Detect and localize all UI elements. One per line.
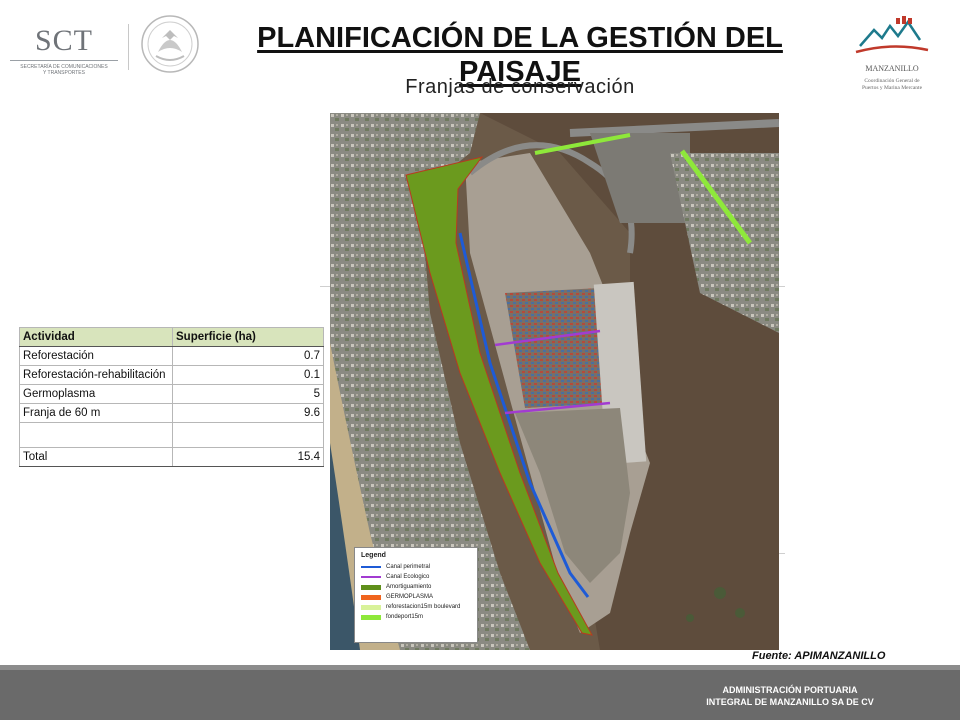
legend-swatch bbox=[361, 566, 381, 568]
sct-logo: SCT SECRETARÍA DE COMUNICACIONES Y TRANS… bbox=[8, 24, 120, 76]
legend-label: fondeport15m bbox=[386, 614, 424, 620]
source-caption: Fuente: APIMANZANILLO bbox=[752, 650, 886, 662]
manzanillo-logo-line1: Coordinación General de bbox=[864, 78, 920, 84]
table-total-label: Total bbox=[19, 447, 173, 467]
table-row: Germoplasma 5 bbox=[19, 384, 324, 404]
table-cell-area: 0.1 bbox=[172, 365, 324, 385]
legend-item: GERMOPLASMA bbox=[361, 592, 477, 602]
table-cell-activity bbox=[19, 422, 173, 448]
logo-divider bbox=[128, 24, 129, 70]
legend-swatch bbox=[361, 584, 381, 590]
table-total-row: Total 15.4 bbox=[19, 447, 324, 467]
map-legend-title: Legend bbox=[361, 552, 386, 559]
table-row: Franja de 60 m 9.6 bbox=[19, 403, 324, 423]
legend-item: fondeport15m bbox=[361, 612, 477, 622]
page-title: PLANIFICACIÓN DE LA GESTIÓN DEL PAISAJE bbox=[220, 22, 820, 88]
page-subtitle: Franjas de conservación bbox=[405, 76, 635, 98]
legend-label: GERMOPLASMA bbox=[386, 594, 434, 600]
table-header-area: Superficie (ha) bbox=[172, 327, 324, 347]
table-cell-activity: Reforestación-rehabilitación bbox=[19, 365, 173, 385]
table-cell-area: 5 bbox=[172, 384, 324, 404]
footer-bar: ADMINISTRACIÓN PORTUARIA INTEGRAL DE MAN… bbox=[0, 665, 960, 720]
table-row: Reforestación 0.7 bbox=[19, 346, 324, 366]
legend-label: Canal perimetral bbox=[386, 564, 431, 570]
footer-line2: INTEGRAL DE MANZANILLO SA DE CV bbox=[706, 697, 874, 707]
sct-logo-line2: Y TRANSPORTES bbox=[43, 70, 85, 76]
legend-item: Amortiguamiento bbox=[361, 582, 477, 592]
map-guide-line bbox=[320, 286, 330, 287]
legend-item: Canal Ecologico bbox=[361, 572, 477, 582]
legend-label: reforestacion15m boulevard bbox=[386, 604, 461, 610]
manzanillo-logo-name: MANZANILLO bbox=[865, 64, 919, 73]
legend-label: Amortiguamiento bbox=[386, 584, 432, 590]
legend-swatch bbox=[361, 614, 381, 620]
table-header-row: Actividad Superficie (ha) bbox=[19, 327, 324, 347]
legend-item: reforestacion15m boulevard bbox=[361, 602, 477, 612]
sct-logo-divider bbox=[10, 60, 118, 61]
satellite-map: Legend Canal perimetral Canal Ecologico … bbox=[330, 113, 779, 650]
table-total-value: 15.4 bbox=[172, 447, 324, 467]
table-header-activity: Actividad bbox=[19, 327, 173, 347]
sct-logo-subtitle: SECRETARÍA DE COMUNICACIONES Y TRANSPORT… bbox=[8, 64, 120, 76]
manzanillo-logo: MANZANILLO Coordinación General de Puert… bbox=[846, 12, 938, 98]
activity-area-table: Actividad Superficie (ha) Reforestación … bbox=[19, 327, 324, 467]
ship-emblem-icon bbox=[855, 16, 929, 54]
national-seal-icon bbox=[141, 15, 199, 73]
table-cell-area: 0.7 bbox=[172, 346, 324, 366]
legend-swatch bbox=[361, 604, 381, 610]
footer-stripe bbox=[0, 665, 960, 670]
table-cell-area bbox=[172, 422, 324, 448]
manzanillo-logo-line2: Puertos y Marina Mercante bbox=[861, 85, 923, 91]
table-row bbox=[19, 422, 324, 448]
page-title-line1: PLANIFICACIÓN DE LA GESTIÓN DEL bbox=[257, 22, 783, 54]
footer-line1: ADMINISTRACIÓN PORTUARIA bbox=[722, 685, 858, 695]
legend-swatch bbox=[361, 576, 381, 578]
sct-logo-name: SCT bbox=[34, 24, 94, 57]
table-cell-activity: Franja de 60 m bbox=[19, 403, 173, 423]
table-cell-activity: Reforestación bbox=[19, 346, 173, 366]
map-legend: Legend Canal perimetral Canal Ecologico … bbox=[354, 547, 478, 643]
legend-label: Canal Ecologico bbox=[386, 574, 430, 580]
legend-item: Canal perimetral bbox=[361, 562, 477, 572]
map-guide-line bbox=[779, 553, 785, 554]
table-cell-area: 9.6 bbox=[172, 403, 324, 423]
map-guide-line bbox=[779, 286, 785, 287]
table-cell-activity: Germoplasma bbox=[19, 384, 173, 404]
table-row: Reforestación-rehabilitación 0.1 bbox=[19, 365, 324, 385]
legend-swatch bbox=[361, 594, 381, 600]
